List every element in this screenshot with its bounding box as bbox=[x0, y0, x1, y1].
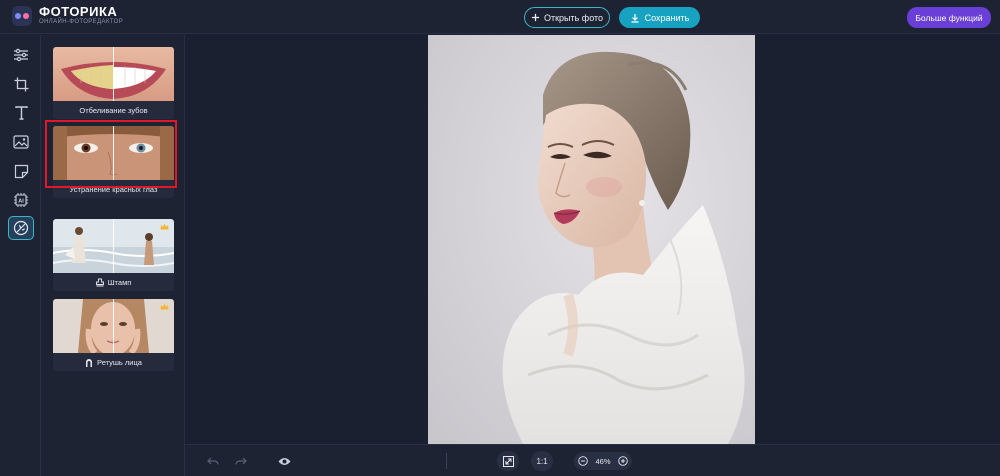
stamp-preview-image bbox=[53, 219, 174, 273]
toolbar-divider bbox=[446, 453, 447, 469]
selected-card-highlight bbox=[45, 120, 177, 188]
tool-text[interactable] bbox=[8, 101, 34, 125]
logo[interactable]: ФОТОРИКА ОНЛАЙН-ФОТОРЕДАКТОР bbox=[12, 5, 123, 26]
card-label-row: Ретушь лица bbox=[53, 353, 174, 371]
download-icon bbox=[631, 13, 639, 23]
zoom-level: 46% bbox=[595, 456, 611, 466]
teeth-preview-image bbox=[53, 47, 174, 101]
fit-screen-icon bbox=[502, 455, 514, 467]
redo-button[interactable] bbox=[230, 452, 252, 470]
canvas-area[interactable] bbox=[185, 35, 1000, 444]
image-icon bbox=[13, 135, 29, 149]
effects-panel: Отбеливание зубов Устранение красных гла… bbox=[41, 35, 185, 476]
sticker-icon bbox=[14, 164, 28, 178]
more-features-button[interactable]: Больше функций bbox=[907, 7, 991, 28]
face-silhouette-icon bbox=[86, 358, 93, 367]
zoom-control: 46% bbox=[574, 452, 632, 470]
svg-text:AI: AI bbox=[18, 199, 24, 205]
undo-icon bbox=[207, 457, 219, 465]
sliders-icon bbox=[14, 48, 28, 62]
ai-chip-icon: AI bbox=[14, 193, 28, 207]
card-label: Штамп bbox=[107, 277, 132, 287]
tool-retouch[interactable] bbox=[8, 216, 34, 240]
crown-icon bbox=[160, 303, 169, 310]
open-photo-button[interactable]: Открыть фото bbox=[524, 7, 610, 28]
effect-card-stamp[interactable]: Штамп bbox=[53, 219, 174, 291]
tool-image[interactable] bbox=[8, 130, 34, 154]
crown-icon bbox=[160, 223, 169, 230]
card-label: Ретушь лица bbox=[97, 357, 142, 367]
stamp-icon bbox=[95, 278, 104, 286]
card-label-row: Штамп bbox=[53, 273, 174, 291]
logo-icon bbox=[12, 5, 32, 26]
face-preview-image bbox=[53, 299, 174, 353]
effect-card-teeth-whitening[interactable]: Отбеливание зубов bbox=[53, 47, 174, 119]
eye-icon bbox=[278, 457, 290, 465]
undo-button[interactable] bbox=[202, 452, 224, 470]
tool-sticker[interactable] bbox=[8, 159, 34, 183]
actual-size-button[interactable]: 1:1 bbox=[531, 451, 553, 471]
save-button[interactable]: Сохранить bbox=[619, 7, 700, 28]
tool-ai[interactable]: AI bbox=[8, 188, 34, 212]
brand-title: ФОТОРИКА bbox=[39, 4, 118, 19]
retouch-icon bbox=[13, 220, 29, 236]
top-bar: ФОТОРИКА ОНЛАЙН-ФОТОРЕДАКТОР Открыть фот… bbox=[0, 0, 1000, 34]
plus-icon bbox=[531, 13, 540, 22]
text-icon bbox=[14, 106, 28, 120]
compare-button[interactable] bbox=[273, 452, 295, 470]
zoom-in-icon[interactable] bbox=[618, 456, 628, 466]
tool-sidebar: AI bbox=[0, 35, 41, 476]
brand-subtitle: ОНЛАЙН-ФОТОРЕДАКТОР bbox=[39, 19, 124, 25]
fit-screen-button[interactable] bbox=[497, 451, 519, 471]
crop-icon bbox=[14, 77, 28, 91]
effect-card-face-retouch[interactable]: Ретушь лица bbox=[53, 299, 174, 371]
tool-crop[interactable] bbox=[8, 72, 34, 96]
open-photo-label: Открыть фото bbox=[543, 12, 604, 23]
bottom-bar: 1:1 46% bbox=[185, 444, 1000, 476]
save-label: Сохранить bbox=[644, 12, 690, 23]
card-label: Отбеливание зубов bbox=[79, 105, 148, 115]
redo-icon bbox=[235, 457, 247, 465]
edited-photo[interactable] bbox=[428, 35, 755, 444]
zoom-out-icon[interactable] bbox=[578, 456, 588, 466]
tool-adjust[interactable] bbox=[8, 43, 34, 67]
